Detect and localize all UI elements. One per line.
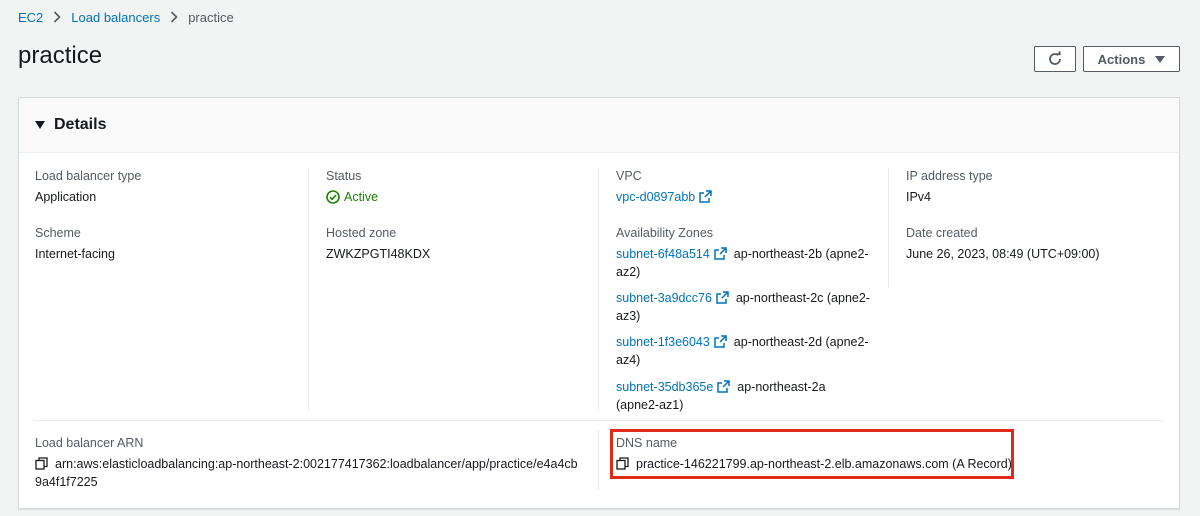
zone-text-wrap: az4) <box>616 353 641 367</box>
arn-value-wrap: 9a4f1f7225 <box>35 475 98 489</box>
subnet-link[interactable]: subnet-6f48a514 <box>616 247 710 261</box>
field-value: Application <box>35 190 97 204</box>
refresh-button[interactable] <box>1034 46 1076 72</box>
check-circle-icon <box>326 190 340 204</box>
column-divider <box>598 168 599 412</box>
field-label: Load balancer type <box>35 169 142 183</box>
dns-name-highlight-box <box>610 429 1014 479</box>
column-divider <box>598 430 599 490</box>
field-label: Load balancer ARN <box>35 436 144 450</box>
external-link-icon[interactable] <box>714 335 727 348</box>
column-divider <box>308 168 309 412</box>
field-load-balancer-arn: Load balancer ARN arn:aws:elasticloadbal… <box>35 434 595 473</box>
zone-text-wrap: az3) <box>616 309 641 323</box>
availability-zone-item: subnet-6f48a514 ap-northeast-2b (apne2- … <box>616 245 886 281</box>
field-label: Date created <box>906 226 978 240</box>
breadcrumb-ec2-link[interactable]: EC2 <box>18 10 43 25</box>
subnet-link[interactable]: subnet-1f3e6043 <box>616 335 710 349</box>
field-value: IPv4 <box>906 190 932 204</box>
field-label: Scheme <box>35 226 81 240</box>
external-link-icon[interactable] <box>714 247 727 260</box>
vpc-link[interactable]: vpc-d0897abb <box>616 190 695 204</box>
zone-text: ap-northeast-2d (apne2- <box>733 335 869 349</box>
field-vpc: VPC vpc-d0897abb <box>616 167 712 206</box>
field-date-created: Date created June 26, 2023, 08:49 (UTC+0… <box>906 224 1100 263</box>
status-text: Active <box>344 190 379 204</box>
field-label: IP address type <box>906 169 993 183</box>
column-divider <box>888 168 889 288</box>
chevron-right-icon <box>170 11 178 23</box>
field-label: VPC <box>616 169 642 183</box>
field-value: June 26, 2023, 08:49 (UTC+09:00) <box>906 247 1100 261</box>
field-value: ZWKZPGTI48KDX <box>326 247 431 261</box>
zone-text-wrap: az2) <box>616 265 641 279</box>
field-status: Status Active <box>326 167 378 206</box>
field-label: Hosted zone <box>326 226 397 240</box>
availability-zone-item: subnet-35db365e ap-northeast-2a (apne2-a… <box>616 378 886 414</box>
field-value: Internet-facing <box>35 247 115 261</box>
details-header[interactable]: Details <box>19 98 1179 153</box>
field-hosted-zone: Hosted zone ZWKZPGTI48KDX <box>326 224 430 263</box>
external-link-icon[interactable] <box>717 380 731 393</box>
status-badge: Active <box>326 188 378 206</box>
arn-value: arn:aws:elasticloadbalancing:ap-northeas… <box>55 457 578 471</box>
external-link-icon[interactable] <box>716 291 729 304</box>
zone-text-wrap: (apne2-az1) <box>616 398 684 412</box>
subnet-link[interactable]: subnet-3a9dcc76 <box>616 291 712 305</box>
zone-text: ap-northeast-2a <box>737 380 826 394</box>
zone-text: ap-northeast-2c (apne2- <box>735 291 870 305</box>
subnet-link[interactable]: subnet-35db365e <box>616 380 713 394</box>
availability-zone-item: subnet-1f3e6043 ap-northeast-2d (apne2- … <box>616 333 886 369</box>
copy-icon[interactable] <box>35 457 48 470</box>
page-title: practice <box>18 42 103 69</box>
zone-text: ap-northeast-2b (apne2- <box>733 247 869 261</box>
field-scheme: Scheme Internet-facing <box>35 224 115 263</box>
details-title: Details <box>54 116 107 133</box>
row-divider <box>34 420 1164 421</box>
breadcrumb: EC2 Load balancers practice <box>18 8 234 26</box>
field-label: Status <box>326 169 362 183</box>
field-load-balancer-type: Load balancer type Application <box>35 167 141 206</box>
availability-zone-item: subnet-3a9dcc76 ap-northeast-2c (apne2- … <box>616 289 886 325</box>
actions-button[interactable]: Actions <box>1083 46 1180 72</box>
field-label: Availability Zones <box>616 226 714 240</box>
actions-button-label: Actions <box>1097 51 1146 67</box>
breadcrumb-load-balancers-link[interactable]: Load balancers <box>71 10 160 25</box>
field-ip-address-type: IP address type IPv4 <box>906 167 993 206</box>
field-availability-zones-label: Availability Zones <box>616 224 713 242</box>
refresh-icon <box>1049 51 1061 65</box>
external-link-icon[interactable] <box>699 190 712 203</box>
chevron-right-icon <box>53 11 61 23</box>
caret-down-icon <box>35 121 45 129</box>
breadcrumb-current: practice <box>188 9 234 25</box>
caret-down-icon <box>1155 55 1166 63</box>
